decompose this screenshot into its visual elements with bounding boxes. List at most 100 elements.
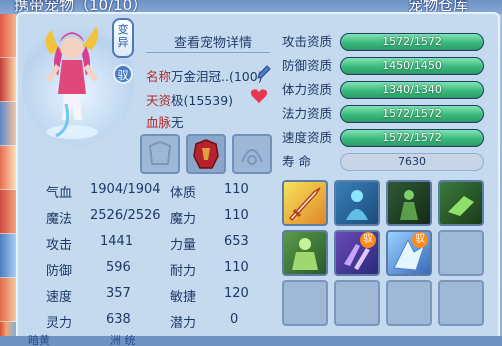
bound-skill-badge: 驭 (360, 232, 376, 248)
aptitude-row-speed: 速度资质 1572/1572 (282, 128, 486, 148)
game-window: 携带宠物（10/10） 宠物仓库 变异 驭 查看宠物详情 名称万金泪冠..(10… (0, 0, 502, 346)
aptitude-bar: 1340/1340 (340, 81, 484, 99)
equip-slot-1[interactable] (140, 134, 180, 174)
aptitude-value: 1572/1572 (382, 107, 442, 120)
stat-value: 1441 (100, 234, 134, 249)
lifespan-bar: 7630 (340, 153, 484, 171)
stat-label: 攻击 (46, 238, 73, 253)
stat-value: 120 (224, 286, 249, 301)
sword-skill-icon[interactable] (282, 180, 328, 226)
pet-name-row: 名称万金泪冠..(100) (146, 66, 263, 85)
pet-list-item[interactable] (0, 190, 16, 234)
aptitude-bar: 1572/1572 (340, 33, 484, 51)
bloodline-value: 无 (171, 115, 184, 130)
stat-value: 0 (230, 312, 239, 327)
spirit-skill-icon[interactable] (334, 180, 380, 226)
aptitude-row-defense: 防御资质 1450/1450 (282, 56, 486, 76)
stat-label: 敏捷 (170, 290, 197, 305)
aptitude-bar: 1450/1450 (340, 57, 484, 75)
name-label: 名称 (146, 69, 172, 84)
red-armor-icon (193, 139, 219, 169)
bound-skill-badge: 驭 (412, 232, 428, 248)
stat-label: 魔力 (170, 212, 197, 227)
pet-list-strip[interactable] (0, 14, 16, 346)
variant-badge: 变异 (112, 18, 134, 58)
equip-slot-3[interactable] (232, 134, 272, 174)
talent-label: 天资 (146, 93, 172, 108)
aptitude-value: 1572/1572 (382, 35, 442, 48)
heart-icon[interactable] (250, 88, 268, 104)
stat-label: 气血 (46, 186, 73, 201)
strength-skill-icon[interactable] (282, 230, 328, 276)
aptitude-label: 体力资质 (282, 82, 333, 97)
stat-row: 防御 596 耐力 110 (22, 260, 274, 282)
bloodline-label: 血脉 (146, 115, 172, 130)
stat-label: 体质 (170, 186, 197, 201)
empty-skill-slot[interactable] (438, 280, 484, 326)
edit-pencil-icon[interactable] (256, 64, 272, 80)
stats-panel: 气血 1904/1904 体质 110 魔法 2526/2526 魔力 110 … (22, 178, 274, 336)
pet-list-item[interactable] (0, 146, 16, 190)
empty-skill-slot[interactable] (282, 280, 328, 326)
stat-value: 596 (106, 260, 131, 275)
ice-skill-icon[interactable]: 驭 (386, 230, 432, 276)
aptitude-bar: 1572/1572 (340, 129, 484, 147)
empty-skill-slot[interactable] (386, 280, 432, 326)
dash-skill-icon[interactable] (438, 180, 484, 226)
aptitude-row-stamina: 体力资质 1340/1340 (282, 80, 486, 100)
aptitude-value: 1572/1572 (382, 131, 442, 144)
stat-value: 357 (106, 286, 131, 301)
guard-skill-icon[interactable] (386, 180, 432, 226)
bloodline-row: 血脉无 (146, 112, 184, 131)
stat-label: 魔法 (46, 212, 73, 227)
lifespan-label: 寿 命 (282, 154, 311, 169)
stat-row: 攻击 1441 力量 653 (22, 234, 274, 256)
stat-label: 灵力 (46, 316, 73, 331)
stat-label: 潜力 (170, 316, 197, 331)
aptitude-value: 1340/1340 (382, 83, 442, 96)
stat-value: 110 (224, 208, 249, 223)
aptitude-row-attack: 攻击资质 1572/1572 (282, 32, 486, 52)
pet-list-item[interactable] (0, 278, 16, 322)
aptitude-row-magic: 法力资质 1572/1572 (282, 104, 486, 124)
stat-value: 638 (106, 312, 131, 327)
aptitude-label: 法力资质 (282, 106, 333, 121)
empty-skill-slot[interactable] (438, 230, 484, 276)
stat-label: 速度 (46, 290, 73, 305)
pet-figure-image (45, 26, 99, 139)
stat-value: 653 (224, 234, 249, 249)
aptitude-label: 攻击资质 (282, 34, 333, 49)
empty-skill-slot[interactable] (334, 280, 380, 326)
pet-list-item[interactable] (0, 102, 16, 146)
bound-badge: 驭 (113, 64, 133, 84)
stat-row: 魔法 2526/2526 魔力 110 (22, 208, 274, 230)
pet-name-value: 万金泪冠..(100) (171, 69, 263, 84)
aptitude-value: 1450/1450 (382, 59, 442, 72)
armor-placeholder-icon (148, 140, 172, 165)
aptitude-label: 速度资质 (282, 130, 333, 145)
stat-label: 耐力 (170, 264, 197, 279)
claw-skill-icon[interactable]: 驭 (334, 230, 380, 276)
aptitude-bar: 1572/1572 (340, 105, 484, 123)
pet-list-item[interactable] (0, 14, 16, 58)
pet-list-item[interactable] (0, 58, 16, 102)
divider (146, 52, 270, 53)
lifespan-value: 7630 (398, 155, 426, 168)
stat-row: 气血 1904/1904 体质 110 (22, 182, 274, 204)
equip-slot-2[interactable] (186, 134, 226, 174)
stat-row: 速度 357 敏捷 120 (22, 286, 274, 308)
stat-label: 防御 (46, 264, 73, 279)
talent-value: 极(15539) (171, 93, 234, 108)
bottom-tab-mid[interactable]: 洲 统 (110, 332, 136, 346)
pet-list-item[interactable] (0, 234, 16, 278)
bottom-bar: 暗黄 洲 统 (0, 334, 502, 346)
talent-row: 天资极(15539) (146, 90, 233, 109)
bottom-tab-left[interactable]: 暗黄 (28, 332, 50, 346)
accessory-placeholder-icon (241, 149, 263, 165)
stat-value: 2526/2526 (90, 208, 161, 223)
view-pet-details-link[interactable]: 查看宠物详情 (174, 32, 252, 51)
stat-row: 灵力 638 潜力 0 (22, 312, 274, 334)
stat-value: 110 (224, 182, 249, 197)
stat-value: 110 (224, 260, 249, 275)
stat-value: 1904/1904 (90, 182, 161, 197)
